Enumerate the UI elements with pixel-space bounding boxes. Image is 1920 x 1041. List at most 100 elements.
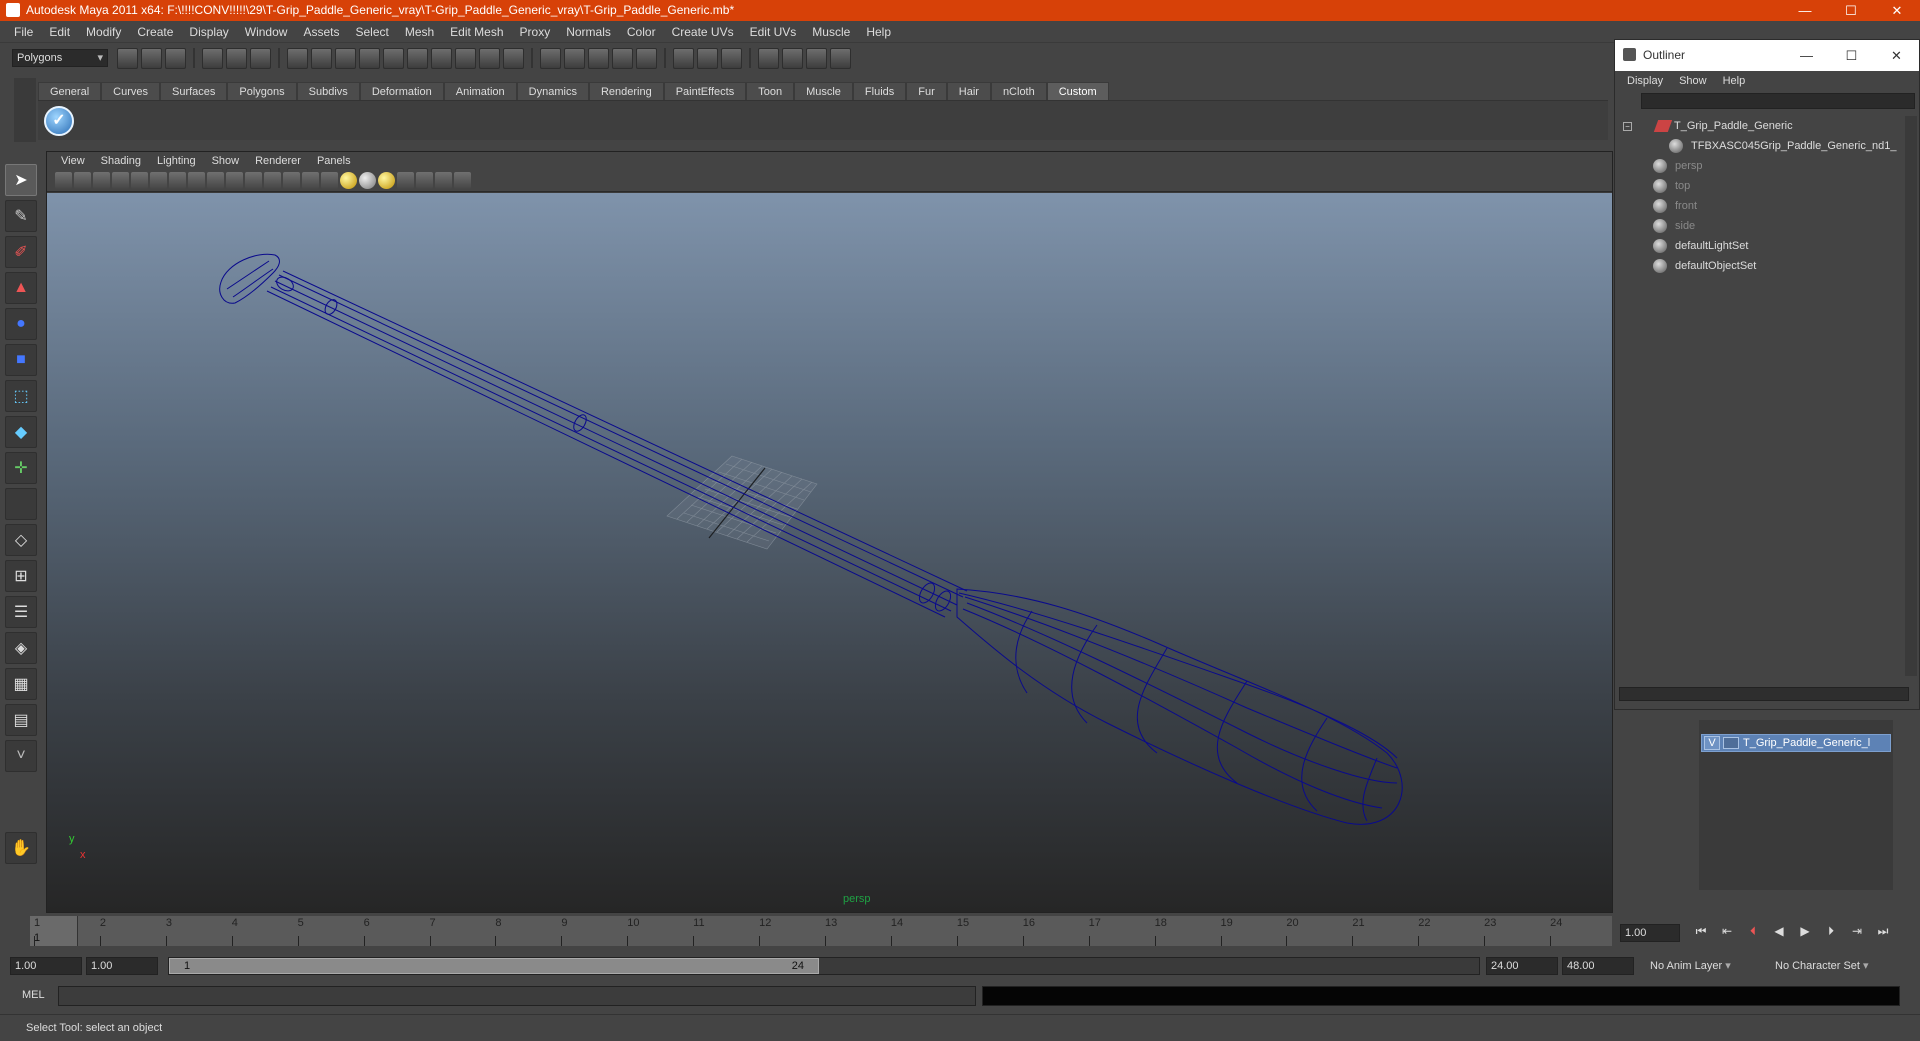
step-forward-frame-icon[interactable]: ⏵ [1820,924,1842,942]
select-by-component-icon[interactable] [250,47,271,69]
shelf-tab-general[interactable]: General [38,82,102,100]
range-handle[interactable]: 1 24 [169,958,819,974]
select-tool-icon[interactable]: ➤ [5,164,37,196]
step-back-frame-icon[interactable]: ⏴ [1742,924,1764,942]
outliner-filter-input[interactable] [1641,93,1915,109]
move-tool-icon[interactable]: ▲ [5,272,37,304]
render-layout-icon[interactable]: ▤ [5,704,37,736]
snap-grid-icon[interactable] [540,47,561,69]
high-quality-icon[interactable] [378,172,395,189]
step-forward-key-icon[interactable]: ⇥ [1846,924,1868,942]
xray-joints-icon[interactable] [435,172,452,189]
select-misc-icon[interactable] [455,47,476,69]
menu-normals[interactable]: Normals [558,25,619,39]
shelf-tab-hair[interactable]: Hair [946,82,991,100]
go-to-start-icon[interactable]: ⏮ [1690,924,1712,942]
shelf-tab-curves[interactable]: Curves [101,82,160,100]
shelf-tab-polygons[interactable]: Polygons [227,82,297,100]
select-rendering-icon[interactable] [431,47,452,69]
playback-start-field[interactable]: 1.00 [86,957,158,975]
minimize-button[interactable]: — [1782,0,1828,21]
last-used-tool-icon[interactable] [5,488,37,520]
menu-proxy[interactable]: Proxy [512,25,559,39]
shelf-tab-custom[interactable]: Custom [1046,82,1109,100]
step-back-key-icon[interactable]: ⇤ [1716,924,1738,942]
menu-edit[interactable]: Edit [41,25,78,39]
shelf-tab-fluids[interactable]: Fluids [852,82,907,100]
shelf-tab-dynamics[interactable]: Dynamics [516,82,589,100]
select-deformations-icon[interactable] [383,47,404,69]
range-bar[interactable]: 1 24 [168,957,1480,975]
panel-menu-lighting[interactable]: Lighting [149,155,204,167]
rotate-tool-icon[interactable]: ● [5,308,37,340]
shelf-tab-painteffects[interactable]: PaintEffects [663,82,747,100]
outliner-menu-show[interactable]: Show [1671,75,1715,87]
resolution-gate-icon[interactable] [169,172,186,189]
outliner-item-top[interactable]: top [1619,176,1909,196]
time-slider[interactable]: 1 1 2 3 4 5 6 7 8 9 10 11 12 13 14 15 16 17 18 19 20 21 22 23 2… [0,914,1920,950]
panel-menu-show[interactable]: Show [204,155,248,167]
menu-file[interactable]: File [6,25,41,39]
outliner-item-persp[interactable]: persp [1619,156,1909,176]
anim-layer-dropdown[interactable]: No Anim Layer [1650,957,1731,975]
snap-curve-icon[interactable] [564,47,585,69]
go-to-end-icon[interactable]: ⏭ [1872,924,1894,942]
isolate-select-icon[interactable] [397,172,414,189]
render-frame-icon[interactable] [721,47,742,69]
animation-end-field[interactable]: 48.00 [1562,957,1634,975]
menu-modify[interactable]: Modify [78,25,129,39]
lasso-tool-icon[interactable]: ✎ [5,200,37,232]
grid-toggle-icon[interactable] [131,172,148,189]
shadows-icon[interactable] [359,172,376,189]
new-scene-icon[interactable] [117,47,138,69]
outliner-item-front[interactable]: front [1619,196,1909,216]
play-backwards-icon[interactable]: ◀ [1768,924,1790,942]
outliner-menu-help[interactable]: Help [1715,75,1754,87]
xray-components-icon[interactable] [454,172,471,189]
safe-action-icon[interactable] [226,172,243,189]
collapse-icon[interactable]: − [1623,121,1632,131]
film-gate-icon[interactable] [150,172,167,189]
playback-end-field[interactable]: 24.00 [1486,957,1558,975]
outliner-menu-display[interactable]: Display [1619,75,1671,87]
outliner-item-default-object-set[interactable]: defaultObjectSet [1619,256,1909,276]
menu-window[interactable]: Window [237,25,296,39]
single-perspective-layout-icon[interactable]: ◇ [5,524,37,556]
render-settings-icon[interactable] [782,47,803,69]
time-slider-track[interactable]: 1 1 2 3 4 5 6 7 8 9 10 11 12 13 14 15 16 17 18 19 20 21 22 23 2… [30,916,1612,946]
select-surfaces-icon[interactable] [359,47,380,69]
wireframe-icon[interactable] [264,172,281,189]
display-layer-row[interactable]: V T_Grip_Paddle_Generic_l [1701,734,1891,752]
open-scene-icon[interactable] [141,47,162,69]
outliner-minimize-button[interactable]: — [1784,40,1829,71]
soft-modification-icon[interactable]: ◆ [5,416,37,448]
bookmark-icon[interactable] [93,172,110,189]
shelf-tab-deformation[interactable]: Deformation [359,82,444,100]
snap-point-icon[interactable] [588,47,609,69]
textured-icon[interactable] [321,172,338,189]
save-scene-icon[interactable] [165,47,186,69]
make-live-icon[interactable] [636,47,657,69]
check-icon[interactable]: ✓ [44,106,74,136]
shelf-tab-animation[interactable]: Animation [443,82,517,100]
camera-attributes-icon[interactable] [74,172,91,189]
panel-menu-shading[interactable]: Shading [93,155,149,167]
select-handles-icon[interactable] [287,47,308,69]
shelf-tab-subdivs[interactable]: Subdivs [296,82,360,100]
shelf-tab-muscle[interactable]: Muscle [794,82,853,100]
layer-visibility-toggle[interactable]: V [1704,736,1720,750]
graph-layout-icon[interactable]: ◈ [5,632,37,664]
snap-view-plane-icon[interactable] [612,47,633,69]
wireframe-on-shaded-icon[interactable] [302,172,319,189]
lock-selection-icon[interactable] [479,47,500,69]
panel-menu-renderer[interactable]: Renderer [247,155,309,167]
field-chart-icon[interactable] [207,172,224,189]
menu-color[interactable]: Color [619,25,664,39]
universal-manipulator-icon[interactable]: ⬚ [5,380,37,412]
close-button[interactable]: ✕ [1874,0,1920,21]
menu-edit-mesh[interactable]: Edit Mesh [442,25,511,39]
highlight-selection-icon[interactable] [503,47,524,69]
outliner-maximize-button[interactable]: ☐ [1829,40,1874,71]
menu-create[interactable]: Create [129,25,181,39]
hypershade-layout-icon[interactable]: ▦ [5,668,37,700]
